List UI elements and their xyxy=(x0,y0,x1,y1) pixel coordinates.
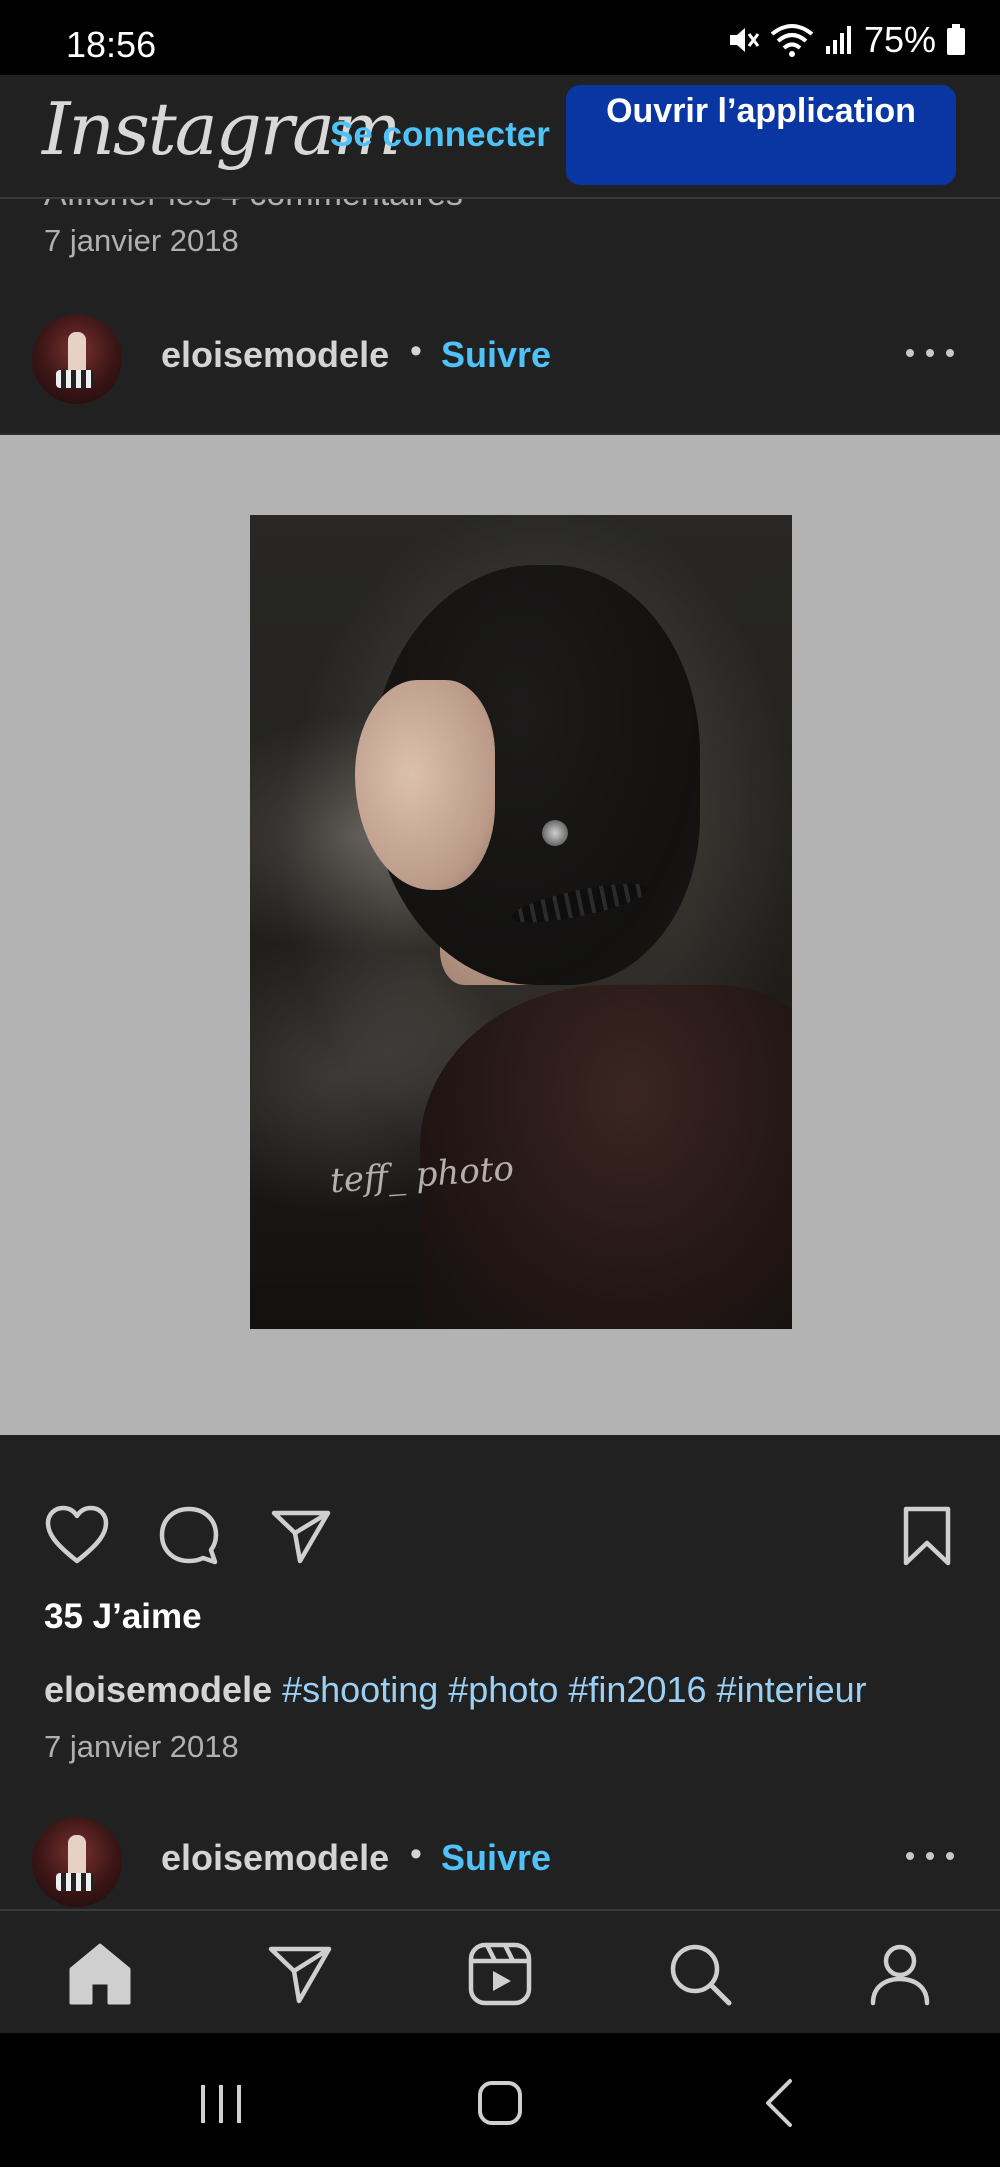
more-options-icon[interactable] xyxy=(906,1849,954,1863)
home-icon[interactable] xyxy=(65,1939,135,2009)
view-comments-link[interactable]: Afficher les 4 commentaires xyxy=(44,199,463,214)
avatar[interactable] xyxy=(32,1817,122,1907)
battery-percent: 75% xyxy=(863,19,936,60)
profile-icon[interactable] xyxy=(865,1939,935,2009)
post-header: eloisemodele • Suivre xyxy=(0,296,1000,416)
separator-dot: • xyxy=(410,332,422,370)
open-app-button[interactable]: Ouvrir l’application xyxy=(566,85,956,185)
feed[interactable]: Afficher les 4 commentaires 7 janvier 20… xyxy=(0,199,1000,1909)
more-options-icon[interactable] xyxy=(906,346,954,360)
wifi-icon xyxy=(770,24,814,57)
avatar-legs xyxy=(56,1873,94,1891)
hashtag[interactable]: #fin2016 xyxy=(568,1669,706,1710)
bookmark-icon[interactable] xyxy=(894,1503,960,1569)
signal-icon xyxy=(825,26,851,54)
avatar[interactable] xyxy=(32,314,122,404)
back-button[interactable] xyxy=(752,2073,812,2133)
direct-icon[interactable] xyxy=(265,1939,335,2009)
post-date: 7 janvier 2018 xyxy=(44,223,239,258)
post-actions xyxy=(0,1485,1000,1585)
avatar-figure xyxy=(68,332,86,372)
status-bar: 18:56 75% xyxy=(0,0,1000,75)
post-media[interactable]: teff_ photo xyxy=(0,435,1000,1435)
username[interactable]: eloisemodele xyxy=(161,1837,389,1879)
hashtag[interactable]: #interieur xyxy=(717,1669,867,1710)
photo-face xyxy=(355,680,495,890)
recents-button[interactable] xyxy=(191,2073,251,2133)
reels-icon[interactable] xyxy=(465,1939,535,2009)
post-date: 7 janvier 2018 xyxy=(44,1729,239,1764)
post-caption: eloisemodele #shooting #photo #fin2016 #… xyxy=(44,1669,867,1711)
photo-earring xyxy=(542,820,568,846)
like-heart-icon[interactable] xyxy=(44,1503,110,1569)
hashtag[interactable]: #shooting xyxy=(282,1669,438,1710)
post-photo[interactable]: teff_ photo xyxy=(250,515,792,1329)
username[interactable]: eloisemodele xyxy=(161,334,389,376)
system-navigation xyxy=(0,2033,1000,2167)
app-header: Instagram Se connecter Ouvrir l’applicat… xyxy=(0,75,1000,199)
home-button[interactable] xyxy=(470,2073,530,2133)
login-link[interactable]: Se connecter xyxy=(330,115,550,155)
avatar-legs xyxy=(56,370,94,388)
bottom-navigation xyxy=(0,1909,1000,2033)
status-time: 18:56 xyxy=(66,24,157,65)
comment-icon[interactable] xyxy=(156,1503,222,1569)
share-send-icon[interactable] xyxy=(268,1503,334,1569)
separator-dot: • xyxy=(410,1835,422,1873)
avatar-figure xyxy=(68,1835,86,1875)
battery-icon xyxy=(947,24,965,55)
search-icon[interactable] xyxy=(665,1939,735,2009)
mute-icon xyxy=(729,28,760,52)
post-header: eloisemodele • Suivre xyxy=(0,1799,1000,1909)
likes-count[interactable]: 35 J’aime xyxy=(44,1597,202,1637)
hashtag[interactable]: #photo xyxy=(448,1669,558,1710)
follow-button[interactable]: Suivre xyxy=(441,1837,551,1879)
follow-button[interactable]: Suivre xyxy=(441,334,551,376)
status-icons: 75% xyxy=(726,19,966,60)
caption-username[interactable]: eloisemodele xyxy=(44,1669,272,1710)
